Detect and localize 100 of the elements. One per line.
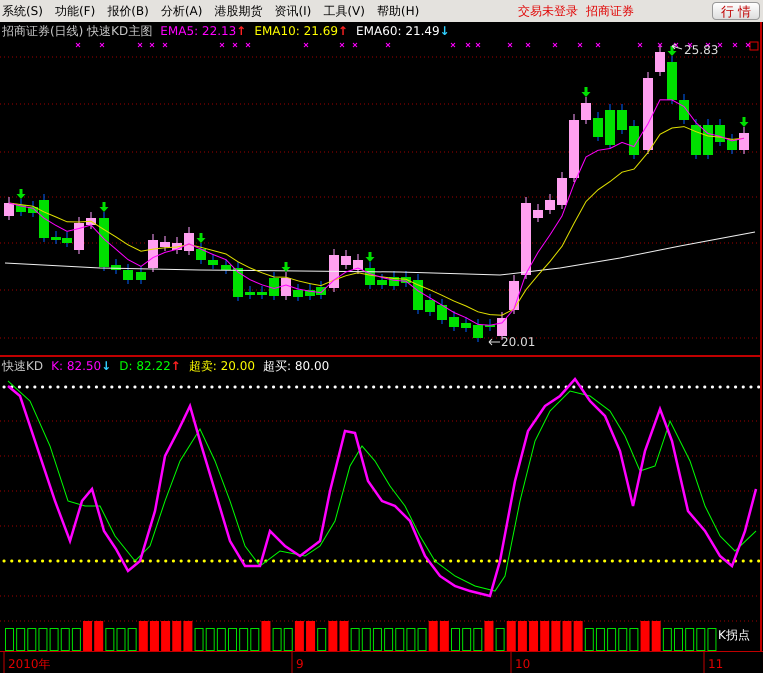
indicator-value: EMA10: 21.69	[254, 24, 338, 38]
quote-button[interactable]: 行 情	[712, 2, 760, 20]
menu-item[interactable]: 资讯(I)	[274, 2, 318, 20]
candlestick	[99, 212, 109, 272]
candlestick	[617, 104, 627, 134]
candlestick	[437, 298, 447, 324]
menu-item[interactable]: 帮助(H)	[376, 2, 426, 20]
candlestick	[667, 56, 677, 104]
candlestick	[269, 272, 279, 300]
menu-item[interactable]: 港股期货	[214, 2, 268, 20]
signal-bar	[696, 628, 706, 651]
candlestick	[341, 250, 351, 270]
signal-bar	[272, 628, 282, 651]
candlestick	[316, 280, 326, 300]
signal-bar	[161, 621, 170, 651]
axis-label: 10	[515, 657, 530, 671]
signal-bar	[83, 621, 92, 651]
signal-bar	[406, 628, 416, 651]
signal-bar	[294, 621, 304, 651]
signal-bar	[105, 628, 114, 651]
candlestick	[16, 198, 26, 216]
signal-bar	[261, 621, 270, 651]
axis-label: 11	[708, 657, 724, 671]
candlestick	[136, 266, 146, 284]
trend-arrow: ↓	[101, 359, 112, 373]
candlestick	[4, 196, 14, 220]
candlestick	[533, 204, 543, 222]
status-text: 招商证券	[586, 2, 634, 20]
menu-item[interactable]: 系统(S)	[2, 2, 49, 20]
candlestick	[353, 254, 363, 274]
signal-bar	[50, 628, 59, 651]
signal-bar	[27, 628, 36, 651]
signal-bar	[629, 628, 638, 651]
signal-bar	[362, 628, 371, 651]
signal-bar	[239, 628, 248, 651]
indicator-value: EMA5: 22.13	[160, 24, 236, 38]
signal-bar	[596, 628, 605, 651]
signal-bar	[618, 628, 628, 651]
candlestick	[581, 96, 591, 124]
signal-bar	[418, 628, 427, 651]
candlestick	[233, 262, 243, 302]
candlestick	[557, 172, 567, 210]
candlestick	[691, 118, 701, 160]
axis-label: 2010年	[8, 657, 51, 671]
candlestick	[739, 126, 749, 154]
signal-bar	[384, 628, 394, 651]
trend-arrow: ↑	[338, 24, 348, 38]
candlestick	[413, 274, 423, 314]
arrow-icon	[672, 44, 682, 50]
signal-bar	[60, 628, 70, 651]
down-arrow-icon	[366, 252, 374, 262]
signal-bar	[484, 621, 494, 651]
candlestick	[281, 272, 291, 300]
candlestick	[715, 118, 725, 146]
down-arrow-icon	[668, 46, 676, 56]
candlestick	[389, 270, 399, 290]
signal-bar	[206, 628, 215, 651]
signal-bar	[216, 628, 226, 651]
menu-item[interactable]: 工具(V)	[323, 2, 371, 20]
candlestick	[449, 310, 459, 332]
candlestick	[293, 284, 303, 302]
signal-bar	[540, 621, 550, 651]
signal-bar	[38, 628, 48, 651]
signal-bar	[707, 628, 716, 651]
candlestick	[74, 216, 84, 254]
signal-bar	[685, 628, 694, 651]
signal-bar	[5, 628, 14, 651]
panel-title: 招商证券(日线) 快速KD主图	[2, 22, 152, 40]
candlestick	[111, 258, 121, 274]
signal-bar	[128, 628, 137, 651]
trend-arrow: ↑	[236, 24, 246, 38]
signal-bar	[350, 628, 360, 651]
signal-bar	[94, 621, 104, 651]
candlestick	[86, 212, 96, 230]
signal-bar	[462, 628, 472, 651]
candlestick	[51, 230, 61, 244]
signal-bar	[172, 621, 182, 651]
indicator-value: K: 82.50	[51, 359, 102, 373]
candlestick	[703, 118, 713, 160]
down-arrow-icon	[282, 262, 290, 272]
menu-item[interactable]: 分析(A)	[160, 2, 208, 20]
signal-bar	[250, 628, 260, 651]
signal-bar	[506, 621, 516, 651]
candlestick	[593, 112, 603, 142]
signal-bar	[328, 621, 338, 651]
candlestick	[148, 234, 158, 272]
window-toggle-icon[interactable]	[750, 42, 758, 50]
signal-bar	[306, 621, 316, 651]
indicator-value: D: 82.22	[119, 359, 171, 373]
down-arrow-icon	[16, 189, 26, 199]
menu-item[interactable]: 报价(B)	[107, 2, 155, 20]
signal-bar	[16, 628, 26, 651]
signal-bar	[194, 628, 204, 651]
menu-item[interactable]: 功能(F)	[54, 2, 102, 20]
arrow-icon	[488, 338, 500, 346]
candlestick	[160, 236, 170, 252]
signal-bar	[584, 628, 594, 651]
candlestick	[257, 286, 267, 300]
candlestick	[365, 262, 375, 290]
candlestick	[509, 274, 519, 314]
